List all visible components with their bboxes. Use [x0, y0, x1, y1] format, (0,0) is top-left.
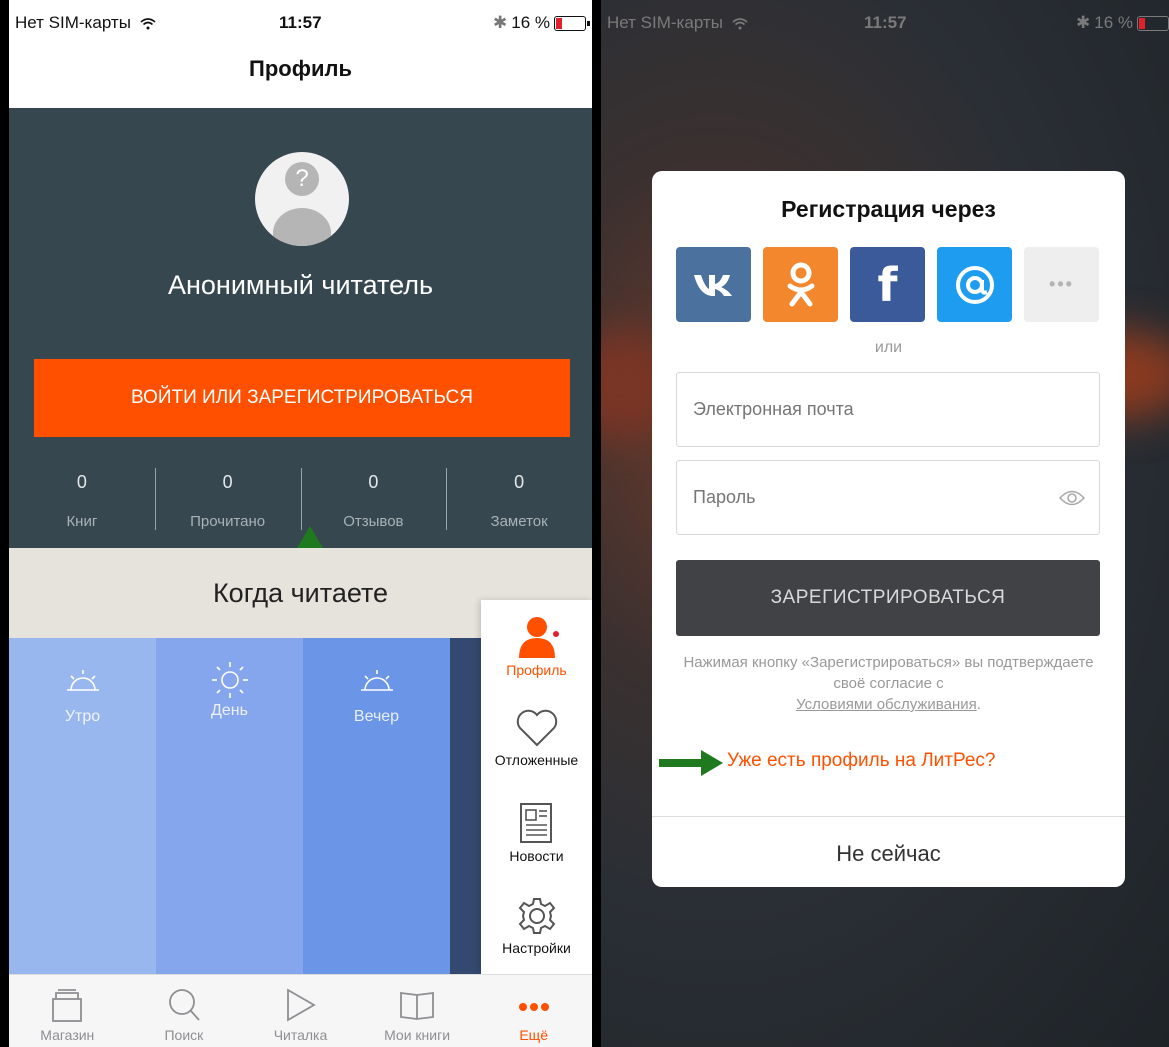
more-dots-icon: ••• — [1049, 274, 1074, 294]
password-field[interactable] — [676, 460, 1100, 535]
question-mark-icon: ? — [285, 162, 319, 196]
battery-status: ✱ 16 % — [1076, 13, 1169, 33]
or-separator: или — [874, 339, 903, 356]
profile-header: ? Анонимный читатель ВОЙТИ ИЛИ ЗАРЕГИСТР… — [9, 108, 592, 648]
store-icon — [52, 989, 83, 1022]
section-title: Когда читаете — [212, 578, 389, 608]
wifi-icon — [732, 17, 748, 30]
tab-more[interactable]: Ещё — [475, 975, 592, 1047]
social-login-row: f ••• — [676, 247, 1099, 322]
menu-item-deferred[interactable]: Отложенные — [481, 708, 592, 768]
search-icon — [168, 989, 200, 1021]
play-icon — [287, 988, 317, 1022]
more-login-options-button[interactable]: ••• — [1024, 247, 1099, 322]
sunset-icon — [360, 670, 393, 691]
carrier-label: Нет SIM-карты — [607, 13, 748, 33]
wifi-icon — [140, 17, 156, 30]
not-now-button[interactable]: Не сейчас — [652, 841, 1125, 867]
page-title: Профиль — [249, 56, 352, 81]
menu-item-profile[interactable]: Профиль — [481, 614, 592, 678]
stat-books[interactable]: 0 Книг — [9, 468, 155, 538]
period-evening[interactable]: Вечер — [303, 638, 450, 974]
tab-bar: Магазин Поиск Читалка Мои книги Ещё — [9, 974, 592, 1047]
newspaper-icon — [519, 803, 552, 843]
battery-icon — [1137, 15, 1169, 31]
battery-status: ✱ 16 % — [493, 13, 590, 33]
carrier-label: Нет SIM-карты — [15, 13, 156, 33]
stat-read[interactable]: 0 Прочитано — [154, 468, 301, 538]
odnoklassniki-login-button[interactable] — [763, 247, 838, 322]
facebook-icon: f — [877, 257, 898, 312]
tab-store[interactable]: Магазин — [9, 975, 126, 1047]
more-dots-icon — [518, 1003, 549, 1011]
profile-screen: Нет SIM-карты 11:57 ✱ 16 % Профиль ? Ано… — [9, 0, 592, 1047]
sun-icon — [211, 662, 248, 698]
terms-notice: Нажимая кнопку «Зарегистрироваться» вы п… — [683, 654, 1094, 713]
user-name: Анонимный читатель — [167, 270, 434, 300]
stat-notes[interactable]: 0 Заметок — [446, 468, 592, 538]
battery-percent: 16 % — [511, 13, 550, 32]
status-time: 11:57 — [279, 13, 322, 32]
annotation-arrow-right-icon — [659, 750, 723, 776]
book-icon — [400, 991, 434, 1020]
status-time: 11:57 — [864, 13, 907, 32]
period-day[interactable]: День — [156, 638, 303, 974]
status-bar: Нет SIM-карты 11:57 ✱ 16 % — [601, 0, 1169, 44]
tab-reader[interactable]: Читалка — [242, 975, 359, 1047]
battery-icon — [554, 15, 590, 31]
bluetooth-icon: ✱ — [1076, 13, 1091, 32]
more-menu: Профиль Отложенные Новости Настройки — [481, 600, 592, 974]
dialog-divider — [652, 816, 1125, 817]
screenshot-divider — [592, 0, 601, 1047]
vk-icon — [693, 274, 732, 296]
status-bar: Нет SIM-карты 11:57 ✱ 16 % — [9, 0, 592, 44]
sunrise-icon — [66, 670, 99, 691]
terms-link[interactable]: Условиями обслуживания — [796, 696, 977, 713]
notification-dot — [551, 629, 561, 639]
existing-account-link[interactable]: Уже есть профиль на ЛитРес? — [727, 750, 995, 772]
avatar[interactable]: ? — [255, 152, 349, 246]
menu-item-settings[interactable]: Настройки — [481, 896, 592, 956]
registration-dialog: Регистрация через f ••• или Электронная … — [652, 171, 1125, 887]
email-field[interactable] — [676, 372, 1100, 447]
menu-item-news[interactable]: Новости — [481, 802, 592, 864]
mailru-login-button[interactable] — [937, 247, 1012, 322]
tab-my-books[interactable]: Мои книги — [359, 975, 476, 1047]
bluetooth-icon: ✱ — [493, 13, 508, 32]
vk-login-button[interactable] — [676, 247, 751, 322]
gear-icon — [518, 898, 555, 934]
show-password-icon[interactable] — [1059, 489, 1085, 507]
battery-percent: 16 % — [1094, 13, 1133, 32]
odnoklassniki-icon — [787, 262, 814, 306]
facebook-login-button[interactable]: f — [850, 247, 925, 322]
dialog-title: Регистрация через — [781, 196, 996, 222]
login-or-register-button[interactable]: ВОЙТИ ИЛИ ЗАРЕГИСТРИРОВАТЬСЯ — [34, 359, 570, 437]
registration-screen: Нет SIM-карты 11:57 ✱ 16 % Регистрация ч… — [601, 0, 1169, 1047]
heart-icon — [516, 709, 557, 747]
register-button[interactable]: ЗАРЕГИСТРИРОВАТЬСЯ — [676, 560, 1100, 636]
period-morning[interactable]: Утро — [9, 638, 156, 974]
at-icon — [955, 265, 994, 304]
tab-search[interactable]: Поиск — [126, 975, 243, 1047]
